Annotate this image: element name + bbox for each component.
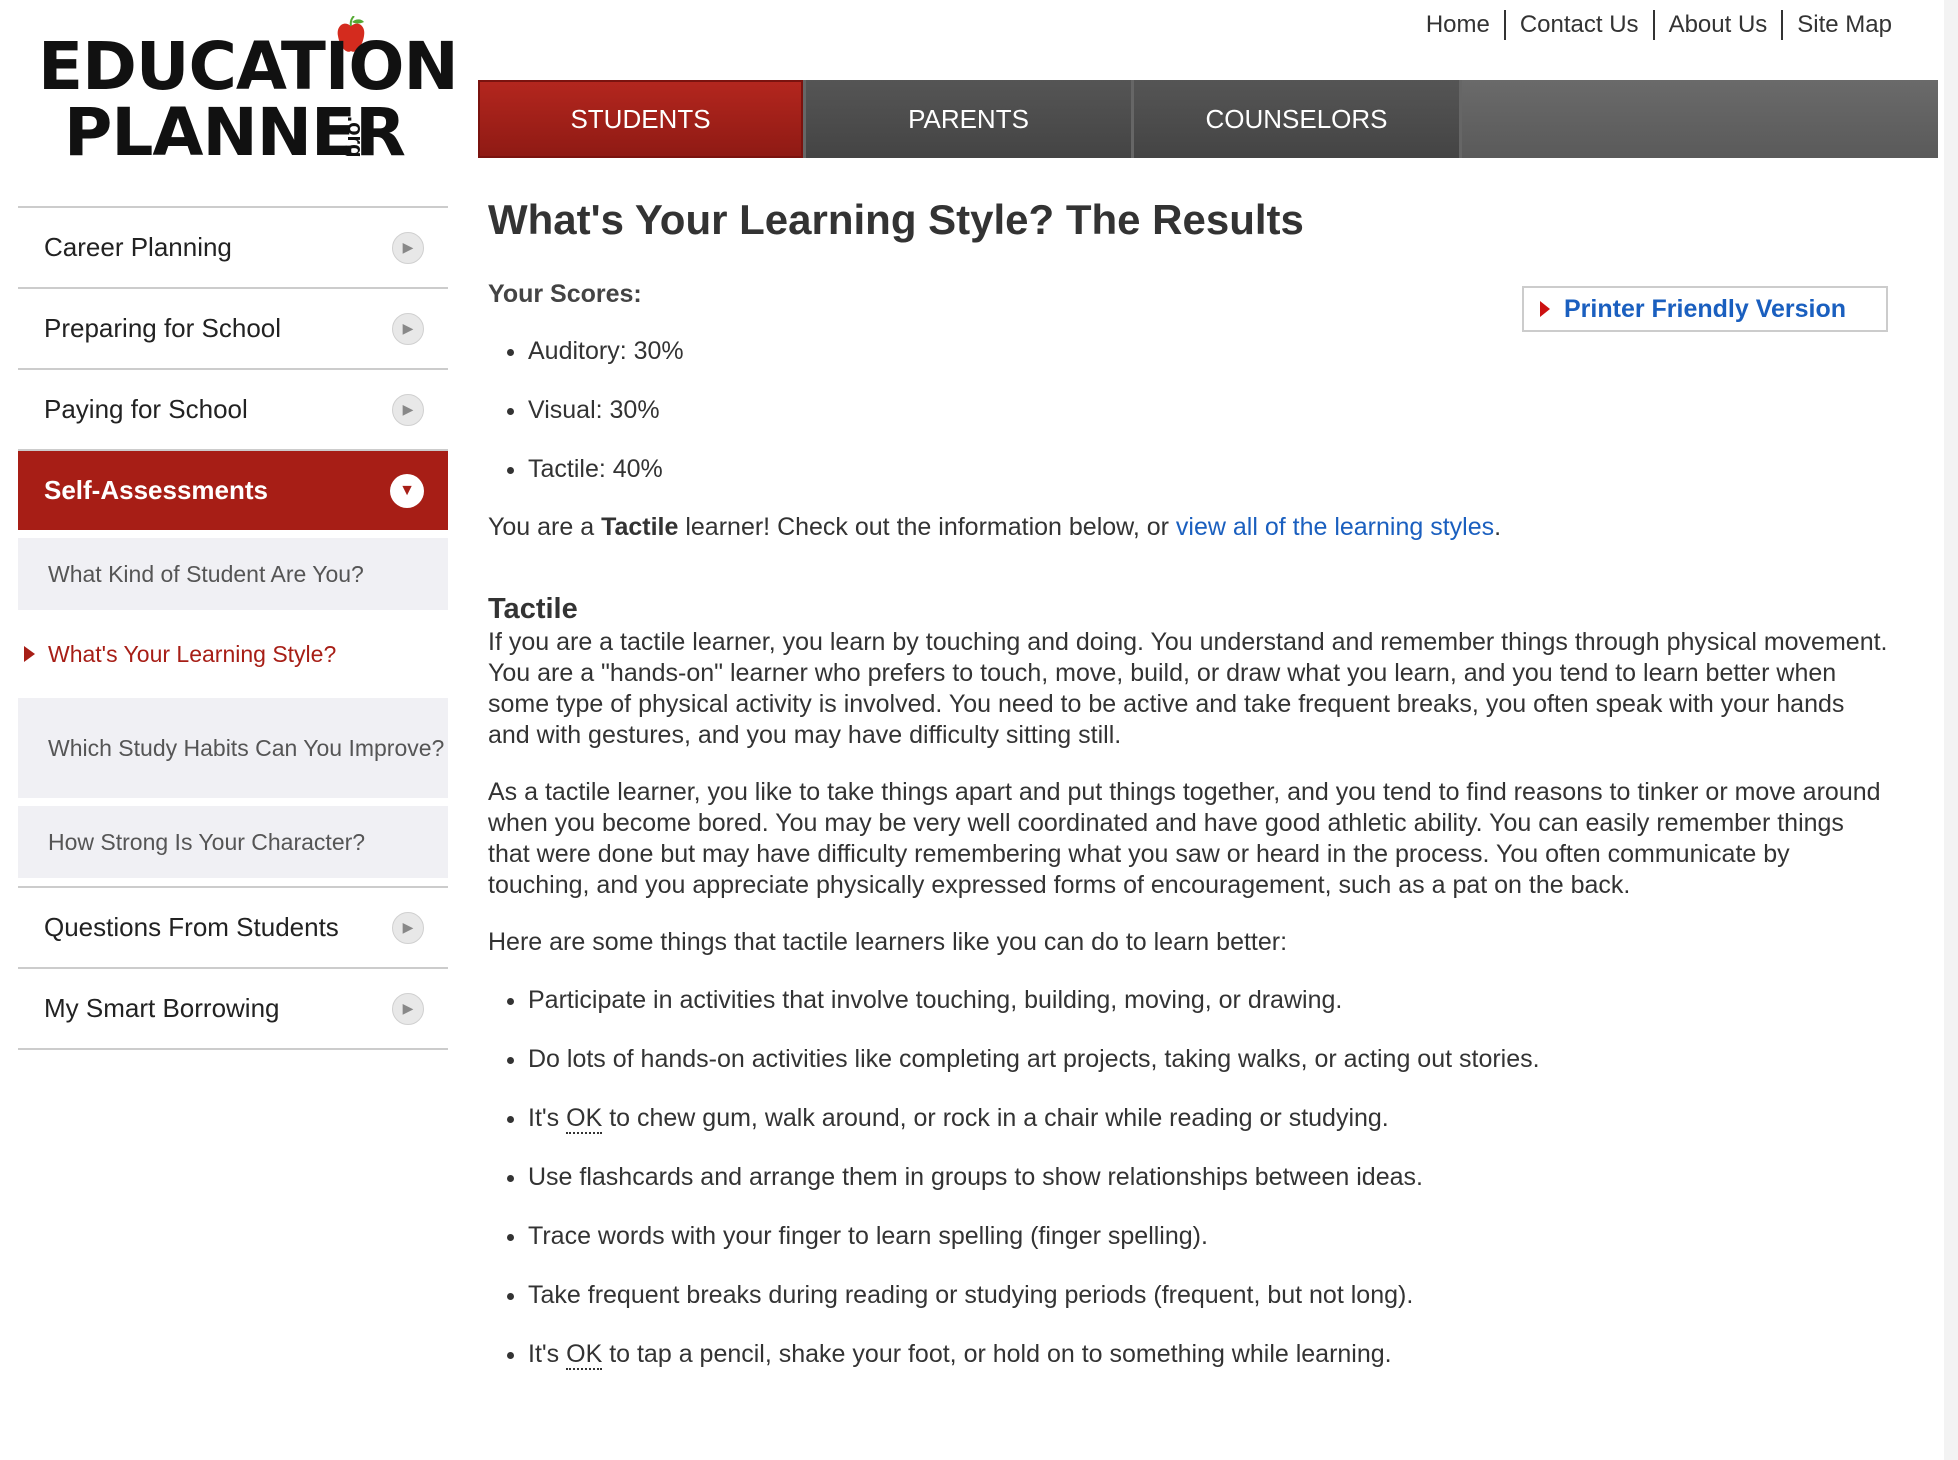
ok-abbreviation: OK — [566, 1340, 603, 1370]
sidebar-item-label: Career Planning — [44, 232, 232, 262]
tips-list: Participate in activities that involve t… — [488, 984, 1888, 1370]
sidebar-item-self-assessments[interactable]: Self-Assessments ▼ — [18, 449, 448, 530]
sidebar: Career Planning ▶ Preparing for School ▶… — [18, 206, 448, 1050]
tab-students[interactable]: STUDENTS — [478, 80, 803, 158]
tip-text: Trace words with your finger to learn sp… — [528, 1222, 1208, 1250]
sidebar-subitem-character[interactable]: How Strong Is Your Character? — [18, 806, 448, 878]
chevron-right-icon: ▶ — [392, 911, 424, 944]
result-style: Tactile — [601, 513, 679, 541]
sidebar-item-preparing[interactable]: Preparing for School ▶ — [18, 287, 448, 368]
sidebar-item-label: Preparing for School — [44, 313, 282, 343]
scores-list: Auditory: 30% Visual: 30% Tactile: 40% — [488, 335, 1888, 485]
main-content: What's Your Learning Style? The Results … — [488, 196, 1888, 1397]
sidebar-item-label: Paying for School — [44, 394, 248, 424]
printer-friendly-button[interactable]: Printer Friendly Version — [1522, 286, 1888, 332]
nav-link-home[interactable]: Home — [1412, 10, 1504, 40]
sidebar-item-paying[interactable]: Paying for School ▶ — [18, 368, 448, 449]
tip-item: Do lots of hands-on activities like comp… — [528, 1043, 1888, 1075]
tactile-paragraph-3: Here are some things that tactile learne… — [488, 928, 1288, 956]
tip-item: Take frequent breaks during reading or s… — [528, 1279, 1888, 1311]
sidebar-subitem-study-habits[interactable]: Which Study Habits Can You Improve? — [18, 698, 448, 798]
chevron-right-icon: ▶ — [392, 312, 424, 345]
tip-text: Do lots of hands-on activities like comp… — [528, 1045, 1540, 1073]
tab-bar-fill — [1462, 80, 1938, 158]
sidebar-item-label: Questions From Students — [44, 912, 339, 942]
section-title: Tactile — [488, 593, 578, 625]
sidebar-item-label: Self-Assessments — [44, 475, 268, 505]
result-text: You are a Tactile learner! Check out the… — [488, 512, 1888, 543]
tip-text: Participate in activities that involve t… — [528, 986, 1343, 1014]
tip-item: Trace words with your finger to learn sp… — [528, 1220, 1888, 1252]
tip-text: Take frequent breaks during reading or s… — [528, 1281, 1414, 1309]
tab-counselors[interactable]: COUNSELORS — [1134, 80, 1459, 158]
tip-text: to chew gum, walk around, or rock in a c… — [602, 1104, 1389, 1132]
tip-text: Use flashcards and arrange them in group… — [528, 1163, 1423, 1191]
play-arrow-icon — [1540, 301, 1550, 317]
utility-nav: Home Contact Us About Us Site Map — [1412, 10, 1906, 40]
score-auditory: Auditory: 30% — [528, 335, 1888, 367]
page-title: What's Your Learning Style? The Results — [488, 196, 1304, 243]
tip-text: It's — [528, 1104, 567, 1132]
logo-suffix: .org — [343, 116, 368, 158]
tactile-paragraph-2: As a tactile learner, you like to take t… — [488, 778, 1881, 899]
chevron-right-icon: ▶ — [392, 231, 424, 264]
tip-text: It's — [528, 1340, 567, 1368]
tip-text: to tap a pencil, shake your foot, or hol… — [602, 1340, 1392, 1368]
tip-item: It's OK to chew gum, walk around, or roc… — [528, 1102, 1888, 1134]
tab-parents[interactable]: PARENTS — [806, 80, 1131, 158]
sidebar-subitem-student-kind[interactable]: What Kind of Student Are You? — [18, 538, 448, 610]
printer-friendly-label: Printer Friendly Version — [1564, 294, 1847, 323]
nav-link-about[interactable]: About Us — [1652, 10, 1782, 40]
score-tactile: Tactile: 40% — [528, 453, 1888, 485]
chevron-down-icon: ▼ — [390, 473, 424, 508]
view-all-styles-link[interactable]: view all of the learning styles — [1176, 513, 1494, 541]
main-tabs: STUDENTS PARENTS COUNSELORS — [478, 80, 1938, 158]
score-visual: Visual: 30% — [528, 394, 1888, 426]
tip-item: It's OK to tap a pencil, shake your foot… — [528, 1338, 1888, 1370]
chevron-right-icon: ▶ — [392, 393, 424, 426]
result-suffix: . — [1494, 513, 1502, 541]
sidebar-item-smart-borrowing[interactable]: My Smart Borrowing ▶ — [18, 967, 448, 1050]
tactile-paragraph-1: If you are a tactile learner, you learn … — [488, 628, 1888, 749]
result-prefix: You are a — [488, 513, 602, 541]
scrollbar[interactable] — [1944, 0, 1958, 1460]
ok-abbreviation: OK — [566, 1104, 603, 1134]
chevron-right-icon: ▶ — [392, 992, 424, 1025]
site-logo[interactable]: EDUCATION PLANNER .org — [38, 16, 459, 171]
sidebar-item-questions[interactable]: Questions From Students ▶ — [18, 886, 448, 967]
sidebar-item-label: My Smart Borrowing — [44, 993, 280, 1023]
nav-link-contact[interactable]: Contact Us — [1503, 10, 1653, 40]
tip-item: Participate in activities that involve t… — [528, 984, 1888, 1016]
sidebar-item-career-planning[interactable]: Career Planning ▶ — [18, 206, 448, 287]
tip-item: Use flashcards and arrange them in group… — [528, 1161, 1888, 1193]
sidebar-subitem-learning-style[interactable]: What's Your Learning Style? — [18, 618, 448, 690]
nav-link-sitemap[interactable]: Site Map — [1781, 10, 1906, 40]
result-middle: learner! Check out the information below… — [678, 513, 1176, 541]
